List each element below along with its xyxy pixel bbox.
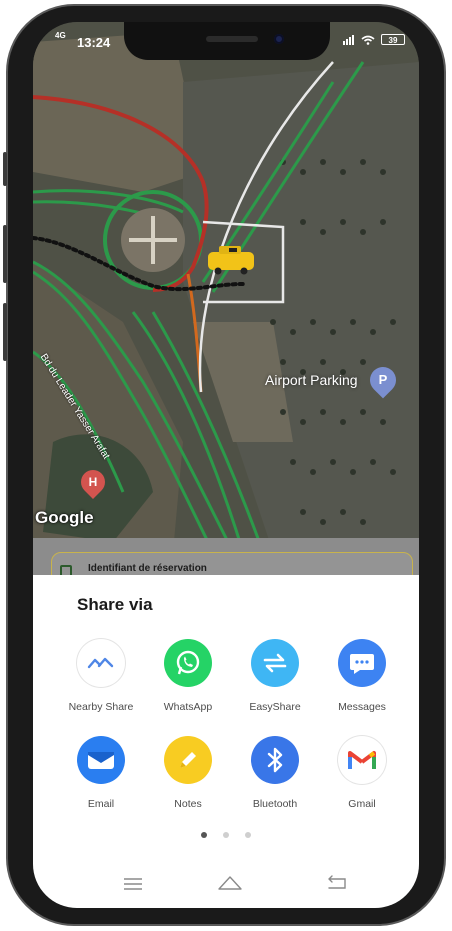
hospital-pin-letter: H (88, 475, 98, 489)
parking-pin-letter: P (378, 372, 388, 387)
easyshare-label: EasyShare (249, 701, 301, 713)
airport-parking-label[interactable]: Airport Parking (265, 372, 358, 388)
page-dot[interactable] (245, 832, 252, 838)
page-dot[interactable] (223, 832, 229, 838)
messages-label: Messages (338, 701, 386, 713)
navigation-bar (33, 865, 419, 905)
back-icon[interactable] (327, 875, 347, 891)
bluetooth-icon (251, 736, 299, 784)
share-target-email[interactable]: Email (56, 736, 146, 810)
clock: 13:24 (77, 35, 111, 50)
email-label: Email (87, 798, 115, 810)
bluetooth-label: Bluetooth (252, 798, 298, 810)
notes-label: Notes (174, 798, 202, 810)
share-target-notes[interactable]: Notes (143, 736, 233, 810)
network-indicator: 4G (55, 31, 66, 40)
nearby-share-label: Nearby Share (68, 701, 134, 713)
hospital-pin-icon[interactable]: H (76, 465, 110, 499)
phone-screen: Bd du Leader Yasser Arafat Airport Parki… (33, 22, 419, 908)
phone-side-button (3, 303, 7, 361)
messages-icon (338, 639, 386, 687)
gmail-icon (338, 736, 386, 784)
share-sheet: Share via Nearby Share WhatsApp EasyShar… (33, 575, 419, 908)
email-icon (77, 736, 125, 784)
battery-icon: 39 (381, 34, 405, 45)
menu-icon[interactable] (123, 877, 143, 891)
status-bar: 4G 13:24 39 (33, 22, 419, 58)
share-sheet-title: Share via (77, 595, 153, 614)
gmail-label: Gmail (348, 798, 376, 810)
google-logo: Google (35, 508, 94, 527)
whatsapp-label: WhatsApp (163, 701, 213, 713)
share-target-gmail[interactable]: Gmail (317, 736, 407, 810)
whatsapp-icon (164, 639, 212, 687)
phone-side-button (3, 152, 7, 186)
notes-icon (164, 736, 212, 784)
share-target-messages[interactable]: Messages (317, 639, 407, 713)
parking-pin-icon[interactable]: P (364, 361, 402, 399)
share-target-easyshare[interactable]: EasyShare (230, 639, 320, 713)
page-dot[interactable] (200, 832, 207, 838)
easyshare-icon (251, 639, 299, 687)
signal-icon (343, 34, 354, 45)
share-target-nearby-share[interactable]: Nearby Share (56, 639, 146, 713)
status-icons: 39 (343, 34, 405, 45)
page-indicator (33, 825, 419, 843)
home-icon[interactable] (217, 873, 243, 893)
phone-side-button (3, 225, 7, 283)
reservation-label: Identifiant de réservation (88, 563, 207, 574)
share-target-bluetooth[interactable]: Bluetooth (230, 736, 320, 810)
nearby-share-icon (77, 639, 125, 687)
share-target-whatsapp[interactable]: WhatsApp (143, 639, 233, 713)
wifi-icon (361, 35, 375, 45)
